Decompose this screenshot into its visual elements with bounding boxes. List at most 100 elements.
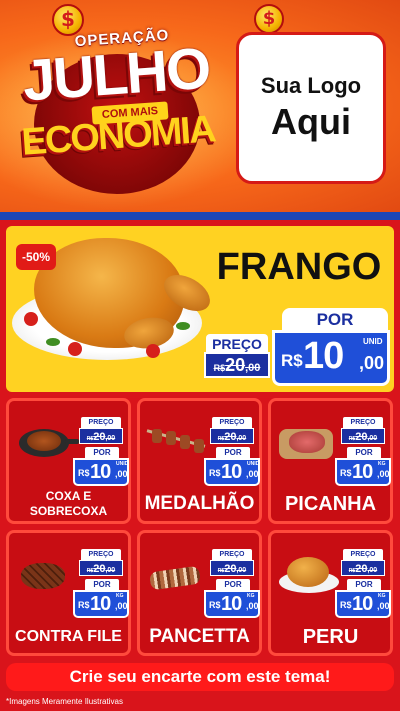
new-price-decimal: ,00	[115, 601, 128, 611]
por-label: POR	[85, 579, 119, 590]
por-label: POR	[282, 308, 388, 332]
preco-label: PREÇO	[212, 549, 252, 560]
price-unit: KG	[378, 461, 386, 467]
new-price-decimal: ,00	[246, 601, 259, 611]
old-price: R$20,00	[341, 428, 385, 444]
old-price: R$20,00	[204, 352, 270, 378]
old-price-decimal: ,00	[367, 435, 378, 442]
campaign-header: $ $ OPERAÇÃO JULHO COM MAIS ECONOMIA Sua…	[0, 0, 400, 212]
featured-offer[interactable]: -50% FRANGO POR PREÇO R$20,00 R$ 10 UNID…	[6, 226, 394, 392]
old-price-decimal: ,00	[245, 362, 261, 374]
price-unit: UNID	[247, 461, 260, 467]
new-price-decimal: ,00	[377, 469, 390, 479]
peru-image	[277, 551, 339, 595]
new-price: R$ 10 UNID ,00	[73, 458, 129, 486]
product-card[interactable]: PREÇO R$20,00 POR R$ 10 KG ,00 CONTRA FI…	[6, 530, 131, 656]
product-card[interactable]: PREÇO R$20,00 POR R$ 10 UNID ,00 MEDALHÃ…	[137, 398, 262, 524]
por-label: POR	[347, 447, 381, 458]
new-price: R$ 10 KG ,00	[73, 590, 129, 618]
dollar-coin-icon: $	[52, 4, 84, 36]
picanha-steak	[289, 431, 325, 453]
grilled-steak	[21, 563, 65, 589]
campaign-title-main: JULHO	[20, 35, 212, 114]
logo-placeholder[interactable]: Sua Logo Aqui	[236, 32, 386, 184]
herb-garnish	[176, 322, 190, 330]
preco-label: PREÇO	[212, 417, 252, 428]
new-price: R$ 10 KG ,00	[204, 590, 260, 618]
old-price-decimal: ,00	[105, 567, 116, 574]
old-price-integer: 20	[355, 563, 368, 575]
preco-label: PREÇO	[343, 549, 383, 560]
old-price-integer: 20	[93, 563, 106, 575]
preco-label: PREÇO	[343, 417, 383, 428]
skewer-meat	[152, 429, 162, 443]
product-name: PANCETTA	[149, 626, 250, 647]
price-unit: KG	[247, 593, 255, 599]
product-name-line-1: COXA E	[45, 489, 92, 503]
old-price: R$20,00	[210, 560, 254, 576]
old-price-decimal: ,00	[236, 567, 247, 574]
new-price-currency: R$	[209, 468, 221, 478]
new-price-integer: 10	[352, 593, 373, 615]
new-price-currency: R$	[78, 468, 90, 478]
new-price-decimal: ,00	[115, 469, 128, 479]
product-name: PICANHA	[284, 493, 377, 515]
picanha-image	[277, 419, 339, 463]
discount-badge: -50%	[16, 244, 56, 270]
preco-label: PREÇO	[81, 417, 121, 428]
new-price-integer: 10	[303, 335, 344, 377]
tomato-garnish	[68, 342, 82, 356]
product-name-line-2: SOBRECOXA	[29, 504, 108, 518]
product-card[interactable]: PREÇO R$20,00 POR R$ 10 KG ,00 PERU	[268, 530, 393, 656]
product-name: CONTRA FILE	[15, 628, 122, 645]
price-unit: KG	[378, 593, 386, 599]
product-card[interactable]: PREÇO R$20,00 POR R$ 10 UNID ,00 COXA E …	[6, 398, 131, 524]
old-price-decimal: ,00	[236, 435, 247, 442]
product-card[interactable]: PREÇO R$20,00 POR R$ 10 KG ,00 PANCETTA	[137, 530, 262, 656]
skewer-meat	[166, 431, 176, 445]
dollar-coin-icon: $	[254, 4, 284, 34]
product-name: COXA E SOBRECOXA	[9, 489, 128, 519]
price-unit: UNID	[116, 461, 129, 467]
old-price-integer: 20	[355, 431, 368, 443]
chicken-pieces-image	[27, 431, 61, 451]
old-price: R$20,00	[79, 560, 123, 576]
disclaimer-text: *Imagens Meramente Ilustrativas	[6, 697, 123, 706]
old-price: R$20,00	[79, 428, 123, 444]
logo-line-2: Aqui	[271, 101, 351, 142]
old-price-integer: 20	[224, 431, 237, 443]
new-price-currency: R$	[340, 468, 352, 478]
pancetta-image	[146, 551, 208, 595]
product-card[interactable]: PREÇO R$20,00 POR R$ 10 KG ,00 PICANHA	[268, 398, 393, 524]
old-price-integer: 20	[93, 431, 106, 443]
new-price-integer: 10	[221, 593, 242, 615]
product-name: MEDALHÃO	[144, 493, 255, 514]
skewer-meat	[180, 435, 190, 449]
old-price: R$20,00	[341, 560, 385, 576]
medalhao-image	[146, 419, 208, 463]
new-price-integer: 10	[352, 461, 373, 483]
new-price: R$ 10 UNID ,00	[272, 330, 390, 386]
herb-garnish	[46, 338, 60, 346]
price-unit: UNID	[363, 337, 383, 346]
new-price-currency: R$	[281, 351, 303, 370]
old-price-currency: R$	[213, 363, 226, 373]
pancetta-slab	[148, 565, 202, 591]
old-price-integer: 20	[225, 355, 246, 375]
preco-label: PREÇO	[81, 549, 121, 560]
new-price-decimal: ,00	[377, 601, 390, 611]
new-price-currency: R$	[78, 600, 90, 610]
old-price-integer: 20	[224, 563, 237, 575]
new-price-currency: R$	[340, 600, 352, 610]
price-unit: KG	[116, 593, 124, 599]
old-price-decimal: ,00	[367, 567, 378, 574]
contra-file-image	[15, 551, 77, 595]
por-label: POR	[216, 579, 250, 590]
tomato-garnish	[24, 312, 38, 326]
por-label: POR	[216, 447, 250, 458]
new-price: R$ 10 KG ,00	[335, 590, 391, 618]
new-price-integer: 10	[221, 461, 242, 483]
create-flyer-button[interactable]: Crie seu encarte com este tema!	[6, 663, 394, 691]
logo-line-1: Sua Logo	[260, 73, 362, 98]
tomato-garnish	[146, 344, 160, 358]
